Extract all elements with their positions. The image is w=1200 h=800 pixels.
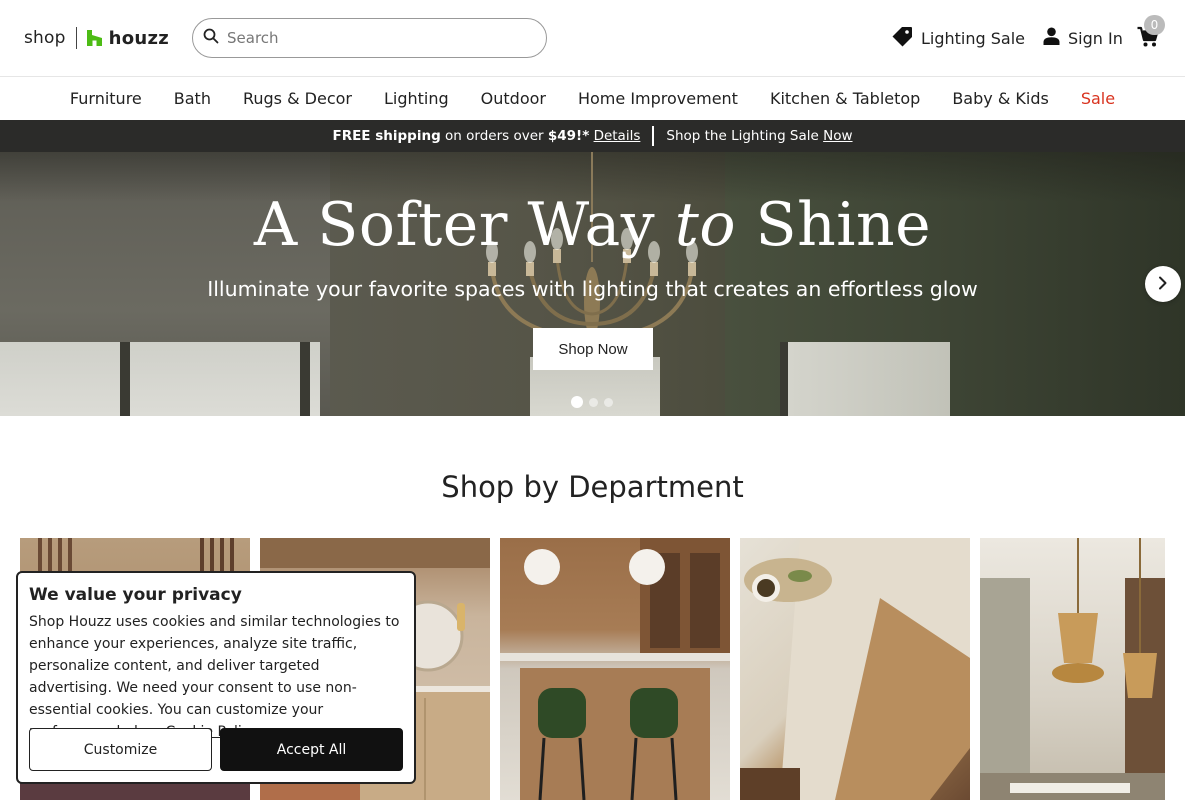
sign-in-link[interactable]: Sign In xyxy=(1043,24,1123,52)
promo-divider xyxy=(652,126,655,146)
hero-window-image-right xyxy=(780,342,950,416)
department-tile-5[interactable] xyxy=(980,538,1165,800)
shop-now-button[interactable]: Shop Now xyxy=(533,328,653,370)
hero-title: A Softer Way to Shine xyxy=(253,190,932,260)
department-tile-4[interactable] xyxy=(740,538,970,800)
search-bar[interactable] xyxy=(192,18,547,58)
promo-details-link[interactable]: Details xyxy=(594,128,641,144)
cookie-buttons: Customize Accept All xyxy=(29,728,403,771)
nav-item-furniture[interactable]: Furniture xyxy=(70,89,142,108)
price-tag-icon xyxy=(892,26,913,51)
logo-houzz-text: houzz xyxy=(108,27,170,49)
lighting-sale-link[interactable]: Lighting Sale xyxy=(892,24,1025,52)
cookie-consent-dialog: We value your privacy Shop Houzz uses co… xyxy=(16,571,416,784)
carousel-dot-1[interactable] xyxy=(571,396,583,408)
search-input[interactable] xyxy=(227,29,527,47)
carousel-dot-3[interactable] xyxy=(604,397,613,407)
logo-divider xyxy=(75,27,77,49)
cart-count-badge: 0 xyxy=(1144,15,1165,35)
main-navigation: Furniture Bath Rugs & Decor Lighting Out… xyxy=(0,77,1185,120)
cookie-body: Shop Houzz uses cookies and similar tech… xyxy=(29,611,403,743)
promo-orders-text: on orders over xyxy=(440,128,548,144)
promo-bar: FREE shipping on orders over $49!* Detai… xyxy=(0,120,1185,152)
carousel-dots xyxy=(571,396,613,408)
nav-item-lighting[interactable]: Lighting xyxy=(384,89,449,108)
nav-item-home-improvement[interactable]: Home Improvement xyxy=(578,89,738,108)
promo-lighting-text: Shop the Lighting Sale xyxy=(666,128,824,144)
tile-image xyxy=(740,538,970,800)
search-icon xyxy=(203,28,219,48)
sign-in-label: Sign In xyxy=(1068,28,1123,48)
promo-amount: $49!* xyxy=(547,128,590,144)
site-header: shop houzz Lighting Sale Sign In 0 xyxy=(0,0,1185,77)
houzz-icon xyxy=(86,30,102,46)
chevron-right-icon xyxy=(1157,275,1169,294)
lighting-sale-label: Lighting Sale xyxy=(921,28,1026,48)
department-tile-3[interactable] xyxy=(500,538,730,800)
promo-now-link[interactable]: Now xyxy=(823,128,852,144)
hero-banner: A Softer Way to Shine Illuminate your fa… xyxy=(0,152,1185,416)
tile-image xyxy=(980,538,1165,800)
carousel-dot-2[interactable] xyxy=(589,397,598,407)
carousel-next-button[interactable] xyxy=(1145,266,1181,302)
customize-button[interactable]: Customize xyxy=(29,728,212,771)
tile-image xyxy=(500,538,730,800)
hero-window-image xyxy=(0,342,320,416)
logo-shop-text: shop xyxy=(24,28,66,48)
free-shipping-text: FREE shipping xyxy=(332,128,441,144)
shop-houzz-logo[interactable]: shop houzz xyxy=(24,26,169,50)
hero-subtitle: Illuminate your favorite spaces with lig… xyxy=(207,277,978,301)
accept-all-button[interactable]: Accept All xyxy=(220,728,403,771)
shop-by-department-title: Shop by Department xyxy=(441,470,744,504)
nav-item-outdoor[interactable]: Outdoor xyxy=(481,89,546,108)
nav-item-sale[interactable]: Sale xyxy=(1081,89,1115,108)
nav-item-baby-kids[interactable]: Baby & Kids xyxy=(952,89,1048,108)
user-icon xyxy=(1043,27,1060,49)
nav-item-rugs-decor[interactable]: Rugs & Decor xyxy=(243,89,352,108)
cookie-title: We value your privacy xyxy=(29,585,242,605)
nav-item-kitchen-tabletop[interactable]: Kitchen & Tabletop xyxy=(770,89,920,108)
nav-item-bath[interactable]: Bath xyxy=(174,89,211,108)
